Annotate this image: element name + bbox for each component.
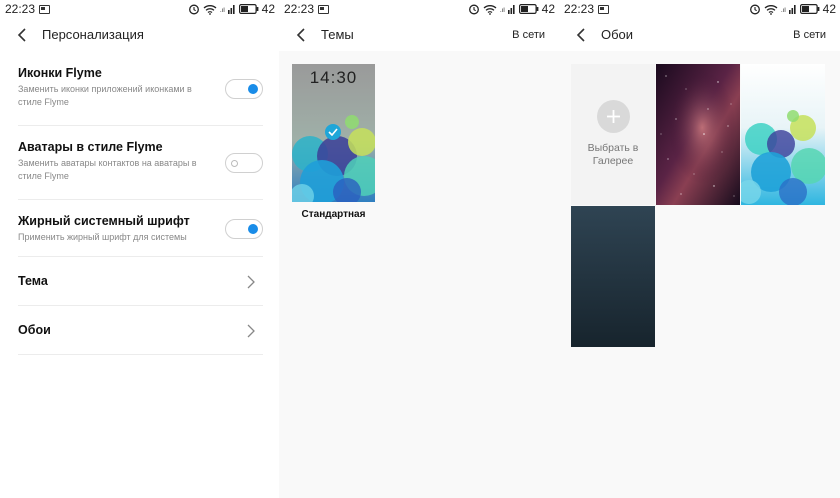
battery-icon bbox=[518, 4, 539, 14]
plus-icon bbox=[596, 100, 630, 133]
gallery-label: Выбрать в Галерее bbox=[587, 142, 639, 167]
alarm-icon bbox=[749, 4, 760, 15]
signal-icon: .ıl bbox=[781, 5, 796, 14]
chevron-right-icon bbox=[247, 275, 255, 289]
svg-text:.ıl: .ıl bbox=[781, 8, 786, 14]
signal-icon: .ıl bbox=[220, 5, 235, 14]
flyme-icons-toggle[interactable] bbox=[225, 79, 263, 99]
status-time: 22:23 bbox=[5, 2, 36, 16]
wallpaper-thumbnail[interactable] bbox=[656, 64, 740, 205]
personalization-screen: 22:23 .ıl 42 Персонализация Иконки Flyme… bbox=[0, 0, 279, 498]
page-title: Обои bbox=[601, 27, 634, 42]
bold-font-setting: Жирный системный шрифт Применить жирный … bbox=[18, 200, 263, 257]
flyme-avatars-setting: Аватары в стиле Flyme Заменить аватары к… bbox=[18, 126, 263, 200]
battery-icon bbox=[799, 4, 820, 14]
status-time: 22:23 bbox=[284, 2, 315, 16]
status-bar: 22:23 .ıl 42 bbox=[0, 0, 279, 18]
titlebar: Персонализация bbox=[0, 18, 279, 51]
wallpaper-thumbnail[interactable] bbox=[741, 64, 825, 205]
chevron-left-icon bbox=[17, 27, 26, 42]
pick-from-gallery-button[interactable]: Выбрать в Галерее bbox=[571, 64, 655, 205]
chevron-left-icon bbox=[576, 27, 585, 42]
back-button[interactable] bbox=[14, 27, 30, 43]
chevron-right-icon bbox=[247, 324, 255, 338]
battery-level: 42 bbox=[261, 2, 275, 16]
back-button[interactable] bbox=[293, 27, 309, 43]
gallery-notification-icon bbox=[39, 4, 51, 14]
battery-icon bbox=[238, 4, 259, 14]
nav-item-title: Тема bbox=[18, 274, 48, 288]
toggle-knob bbox=[248, 84, 258, 94]
setting-subtitle: Применить жирный шрифт для системы bbox=[18, 232, 187, 242]
status-time: 22:23 bbox=[564, 2, 595, 16]
gallery-notification-icon bbox=[318, 4, 330, 14]
dark-wallpaper-image bbox=[571, 206, 655, 347]
themes-screen: 22:23 .ıl 42 Темы В сети 14:30 Стандартн… bbox=[279, 0, 559, 498]
alarm-icon bbox=[468, 4, 479, 15]
theme-preview: 14:30 bbox=[292, 64, 375, 202]
wifi-icon bbox=[203, 4, 217, 15]
back-button[interactable] bbox=[573, 27, 589, 43]
setting-title: Аватары в стиле Flyme bbox=[18, 140, 163, 154]
wallpaper-nav-item[interactable]: Обои bbox=[18, 306, 263, 355]
galaxy-wallpaper-image bbox=[656, 64, 740, 205]
signal-icon: .ıl bbox=[500, 5, 515, 14]
flyme-icons-setting: Иконки Flyme Заменить иконки приложений … bbox=[18, 52, 263, 126]
wifi-icon bbox=[483, 4, 497, 15]
svg-text:.ıl: .ıl bbox=[500, 8, 505, 14]
theme-nav-item[interactable]: Тема bbox=[18, 257, 263, 306]
gallery-notification-icon bbox=[598, 4, 610, 14]
status-bar: 22:23 .ıl 42 bbox=[279, 0, 559, 18]
nav-item-title: Обои bbox=[18, 323, 51, 337]
titlebar: Обои В сети bbox=[559, 18, 840, 51]
selected-check-icon bbox=[325, 124, 341, 140]
svg-text:.ıl: .ıl bbox=[220, 8, 225, 14]
setting-subtitle: Заменить аватары контактов на аватары в … bbox=[18, 158, 197, 181]
bubbles-wallpaper-image bbox=[741, 64, 825, 205]
toggle-knob bbox=[231, 159, 238, 167]
setting-title: Иконки Flyme bbox=[18, 66, 102, 80]
page-title: Персонализация bbox=[42, 27, 144, 42]
settings-list: Иконки Flyme Заменить иконки приложений … bbox=[0, 52, 279, 355]
bold-font-toggle[interactable] bbox=[225, 219, 263, 239]
titlebar: Темы В сети bbox=[279, 18, 559, 51]
wallpaper-thumbnail[interactable] bbox=[571, 206, 655, 347]
battery-level: 42 bbox=[822, 2, 836, 16]
theme-clock: 14:30 bbox=[309, 68, 358, 87]
theme-card[interactable]: 14:30 Стандартная bbox=[292, 64, 375, 220]
status-bar: 22:23 .ıl 42 bbox=[559, 0, 840, 18]
wallpapers-screen: 22:23 .ıl 42 Обои В сети Выбрать в Галер… bbox=[559, 0, 840, 498]
chevron-left-icon bbox=[296, 27, 305, 42]
page-title: Темы bbox=[321, 27, 354, 42]
online-button[interactable]: В сети bbox=[512, 29, 545, 41]
wifi-icon bbox=[764, 4, 778, 15]
online-button[interactable]: В сети bbox=[793, 29, 826, 41]
toggle-knob bbox=[248, 224, 258, 234]
theme-name: Стандартная bbox=[301, 209, 366, 220]
alarm-icon bbox=[188, 4, 199, 15]
battery-level: 42 bbox=[541, 2, 555, 16]
setting-subtitle: Заменить иконки приложений иконками в ст… bbox=[18, 84, 192, 107]
flyme-avatars-toggle[interactable] bbox=[225, 153, 263, 173]
